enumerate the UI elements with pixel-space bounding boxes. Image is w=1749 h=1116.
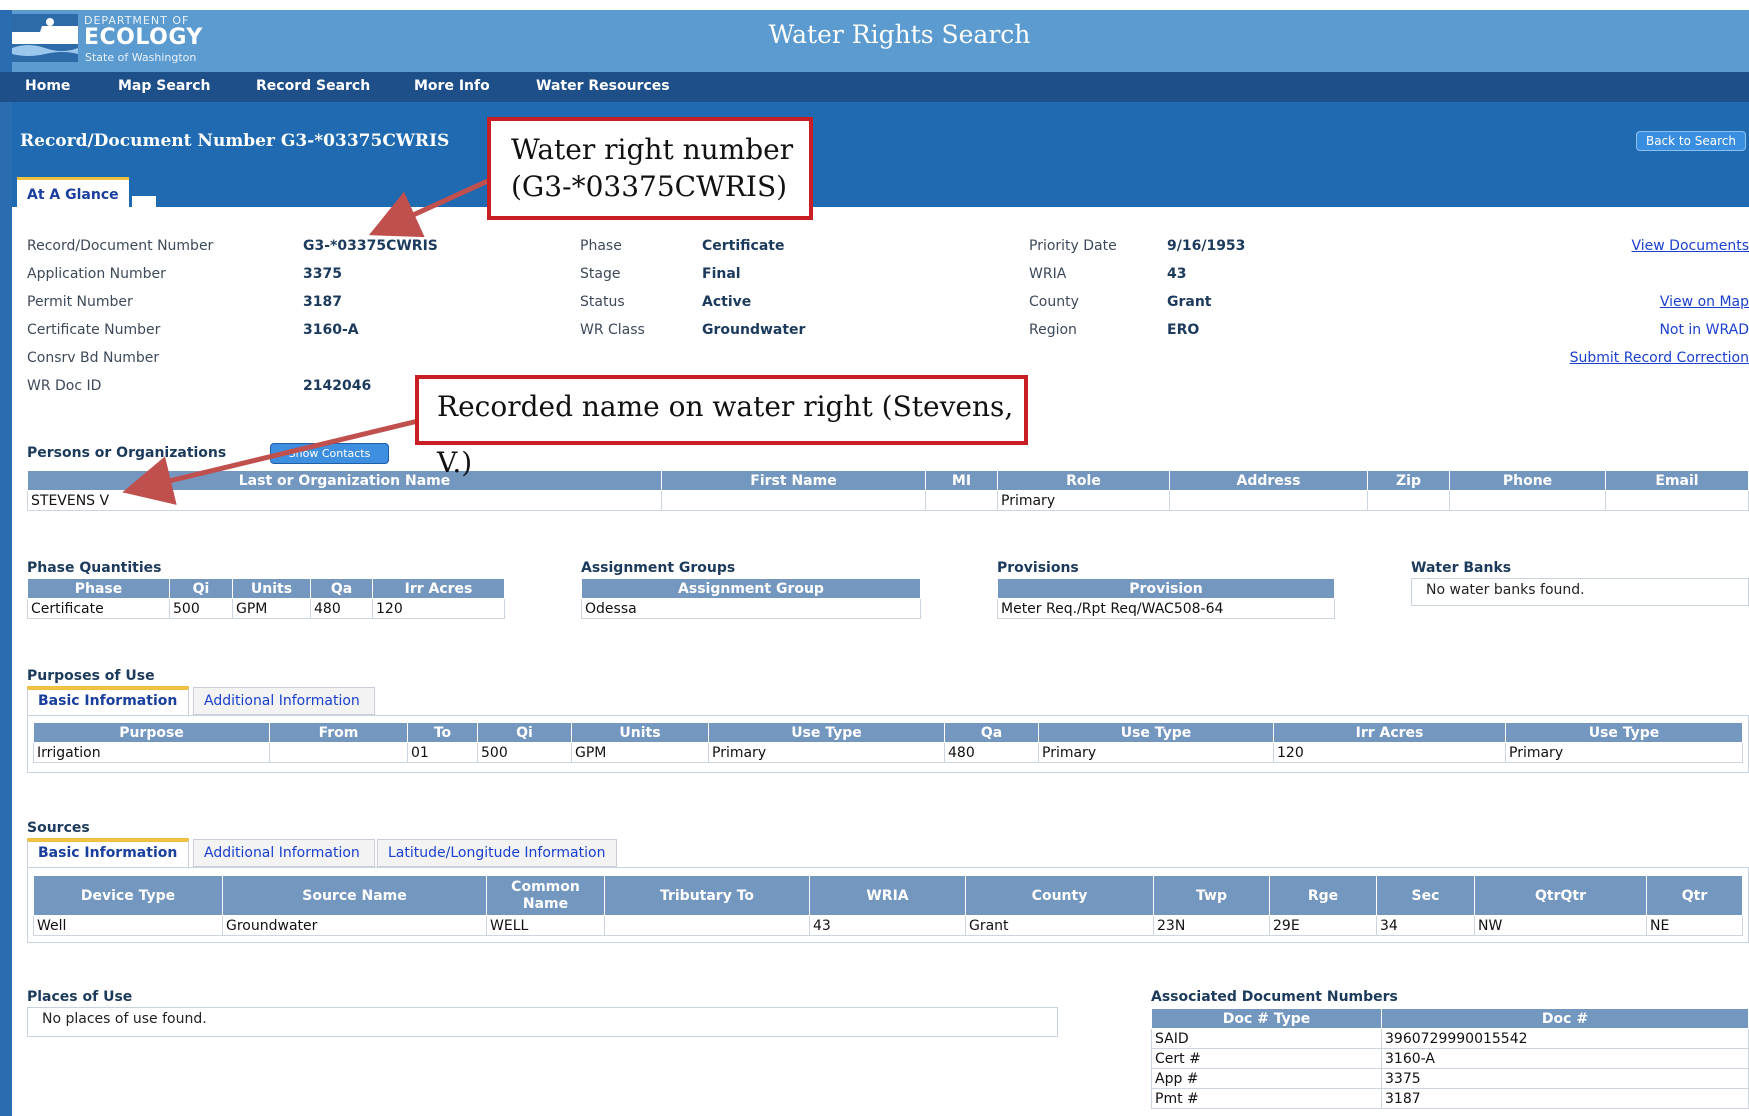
arrow-to-recorded-name [122, 418, 419, 505]
callout-arrows [122, 177, 492, 505]
arrow-to-record-number [368, 177, 492, 238]
callout-water-right-number: Water right number (G3-*03375CWRIS) [487, 117, 813, 220]
callout-recorded-name: Recorded name on water right (Stevens, V… [415, 375, 1028, 479]
